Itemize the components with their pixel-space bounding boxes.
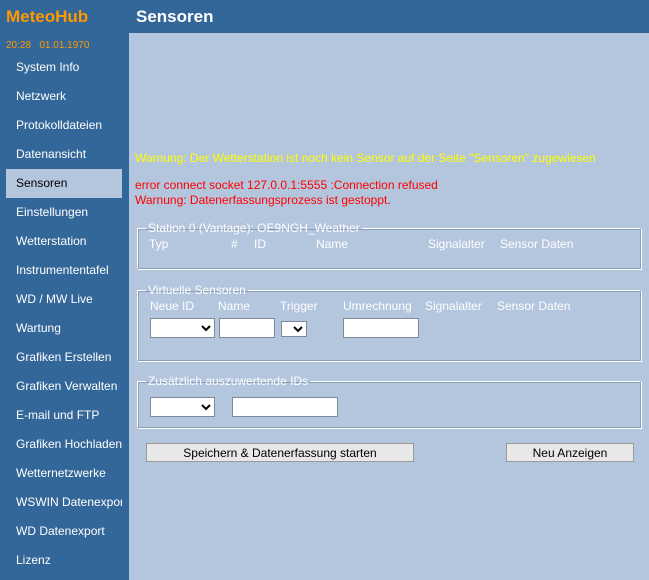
col-signal: Signalalter: [425, 299, 482, 313]
name-input[interactable]: [219, 318, 275, 338]
extra-id-select[interactable]: [150, 397, 215, 417]
col-name: Name: [316, 237, 349, 251]
sidebar-item-netzwerk[interactable]: Netzwerk: [6, 82, 122, 111]
clock-time: 20:28: [6, 40, 32, 51]
col-num: #: [231, 237, 238, 251]
sidebar-item-e-mail-und-ftp[interactable]: E-mail und FTP: [6, 401, 122, 430]
col-data: Sensor Daten: [500, 237, 574, 251]
sidebar-item-wd-datenexport[interactable]: WD Datenexport: [6, 517, 122, 546]
warning-no-sensor: Warnung: Der Wetterstation ist noch kein…: [135, 151, 596, 165]
header: Sensoren: [129, 0, 649, 33]
col-name: Name: [218, 299, 251, 313]
clock-date: 01.01.1970: [39, 40, 90, 51]
sidebar-item-system-info[interactable]: System Info: [6, 53, 122, 82]
sidebar-item-grafiken-hochladen[interactable]: Grafiken Hochladen: [6, 430, 122, 459]
sidebar-item-wetterstation[interactable]: Wetterstation: [6, 227, 122, 256]
error-socket: error connect socket 127.0.0.1:5555 :Con…: [135, 178, 438, 192]
sidebar-item-datenansicht[interactable]: Datenansicht: [6, 140, 122, 169]
page-title: Sensoren: [136, 7, 214, 26]
sidebar-item-wetternetzwerke[interactable]: Wetternetzwerke: [6, 459, 122, 488]
sidebar-item-wd-mw-live[interactable]: WD / MW Live: [6, 285, 122, 314]
trigger-select[interactable]: [281, 321, 307, 337]
col-id: ID: [254, 237, 266, 251]
col-trigger: Trigger: [280, 299, 318, 313]
sidebar-item-instrumententafel[interactable]: Instrumententafel: [6, 256, 122, 285]
main-content: Warnung: Der Wetterstation ist noch kein…: [129, 33, 649, 580]
sidebar-item-lizenz[interactable]: Lizenz: [6, 546, 122, 575]
col-conversion: Umrechnung: [343, 299, 412, 313]
col-new-id: Neue ID: [150, 299, 195, 313]
extra-legend: Zusätzlich auszuwertende IDs: [148, 374, 309, 388]
clock: 20:28 01.01.1970: [6, 40, 89, 51]
new-id-select[interactable]: [150, 318, 215, 338]
extra-ids-fieldset: Zusätzlich auszuwertende IDs: [137, 374, 641, 428]
col-signal: Signalalter: [428, 237, 485, 251]
sidebar-item-wswin-datenexport[interactable]: WSWIN Datenexport: [6, 488, 122, 517]
station-fieldset: Station 0 (Vantage): OE9NGH_Weather Typ …: [137, 221, 641, 269]
station-legend: Station 0 (Vantage): OE9NGH_Weather: [148, 221, 360, 235]
col-data: Sensor Daten: [497, 299, 571, 313]
conversion-input[interactable]: [343, 318, 419, 338]
sidebar-item-sensoren[interactable]: Sensoren: [6, 169, 122, 198]
app-logo: MeteoHub: [6, 7, 89, 26]
sidebar-item-grafiken-verwalten[interactable]: Grafiken Verwalten: [6, 372, 122, 401]
virtual-legend: Virtuelle Sensoren: [148, 283, 246, 297]
sidebar-item-protokolldateien[interactable]: Protokolldateien: [6, 111, 122, 140]
warning-stopped: Warnung: Datenerfassungsprozess ist gest…: [135, 193, 391, 207]
extra-id-input[interactable]: [232, 397, 338, 417]
sidebar-item-wartung[interactable]: Wartung: [6, 314, 122, 343]
col-typ: Typ: [149, 237, 169, 251]
save-start-button[interactable]: Speichern & Datenerfassung starten: [146, 443, 414, 462]
sidebar: MeteoHub 20:28 01.01.1970 System Info Net…: [0, 0, 129, 580]
sidebar-nav: System Info Netzwerk Protokolldateien Daten…: [6, 53, 122, 575]
refresh-button[interactable]: Neu Anzeigen: [506, 443, 634, 462]
sidebar-item-einstellungen[interactable]: Einstellungen: [6, 198, 122, 227]
sidebar-item-grafiken-erstellen[interactable]: Grafiken Erstellen: [6, 343, 122, 372]
virtual-sensors-fieldset: Virtuelle Sensoren Neue ID Name Trigger …: [137, 283, 641, 361]
